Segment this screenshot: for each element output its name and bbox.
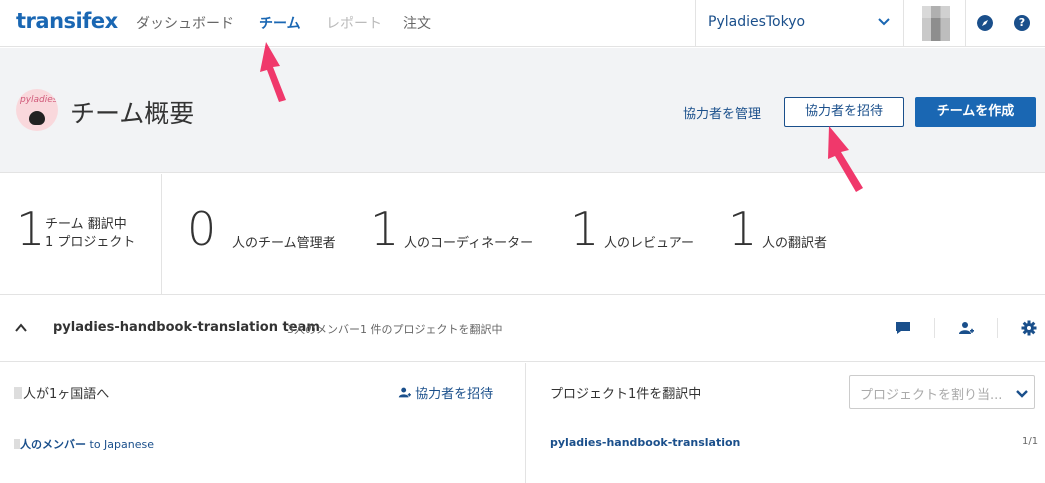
- row-separator: [997, 318, 998, 338]
- team-logo: pyladies: [16, 89, 58, 131]
- user-avatar-menu[interactable]: [903, 0, 966, 47]
- top-navigation-bar: transifex ダッシュボード チーム レポート 注文 PyladiesTo…: [0, 0, 1045, 47]
- stats-divider: [161, 174, 162, 295]
- nav-orders[interactable]: 注文: [403, 13, 431, 33]
- members-link[interactable]: 人のメンバー: [20, 438, 86, 451]
- members-target-language: to Japanese: [89, 438, 155, 451]
- project-link[interactable]: pyladies-handbook-translation: [550, 436, 740, 449]
- create-team-button[interactable]: チームを作成: [915, 97, 1036, 127]
- nav-dashboard[interactable]: ダッシュボード: [136, 13, 234, 33]
- panel-divider: [525, 363, 526, 483]
- translators-count: 1: [728, 202, 758, 256]
- team-stats: 1 チーム 翻訳中 1 プロジェクト 0 人のチーム管理者 1 人のコーディネー…: [0, 174, 1045, 295]
- team-header: pyladies チーム概要 協力者を管理 協力者を招待 チームを作成: [0, 48, 1045, 173]
- chevron-down-icon: [1016, 390, 1028, 398]
- gear-icon[interactable]: [1021, 320, 1037, 336]
- team-selector-label: PyladiesTokyo: [708, 14, 806, 30]
- translators-label: 人の翻訳者: [762, 236, 828, 251]
- transifex-logo[interactable]: transifex: [16, 9, 118, 33]
- row-separator: [934, 318, 935, 338]
- add-user-icon: [398, 387, 411, 398]
- page-title: チーム概要: [70, 99, 195, 128]
- projects-count: 1: [16, 202, 46, 256]
- team-meta: 3人のメンバー1 件のプロジェクトを翻訳中: [287, 323, 503, 336]
- team-logo-text: pyladies: [20, 95, 58, 105]
- chevron-down-icon: [878, 18, 890, 26]
- projects-panel-title: プロジェクト1件を翻訳中: [550, 387, 702, 402]
- projects-label-line2: 1 プロジェクト: [45, 235, 136, 250]
- languages-title-text: 人が1ヶ国語へ: [23, 387, 110, 402]
- assign-project-placeholder: プロジェクトを割り当...: [860, 388, 1003, 403]
- projects-label-line1: チーム 翻訳中: [45, 217, 127, 232]
- languages-panel-title: 人が1ヶ国語へ: [14, 383, 109, 402]
- reviewers-count: 1: [570, 202, 600, 256]
- team-selector-dropdown[interactable]: PyladiesTokyo: [695, 0, 903, 47]
- managers-label: 人のチーム管理者: [232, 236, 336, 251]
- assign-project-select[interactable]: プロジェクトを割り当...: [849, 375, 1035, 409]
- coordinators-count: 1: [370, 202, 400, 256]
- coordinators-label: 人のコーディネーター: [404, 236, 534, 251]
- invite-collaborators-link[interactable]: 協力者を招待: [398, 383, 493, 402]
- manage-collaborators-link[interactable]: 協力者を管理: [683, 103, 761, 122]
- team-row: pyladies-handbook-translation team 3人のメン…: [0, 296, 1045, 362]
- nav-teams[interactable]: チーム: [259, 13, 301, 33]
- project-progress-count: 1/1: [1022, 436, 1039, 447]
- nav-reports[interactable]: レポート: [326, 13, 382, 33]
- compass-icon[interactable]: [977, 15, 993, 31]
- invite-link-label: 協力者を招待: [415, 387, 494, 402]
- chevron-up-icon[interactable]: [14, 321, 28, 335]
- user-avatar-image: [922, 6, 950, 41]
- masked-count: [14, 387, 22, 399]
- help-icon[interactable]: ?: [1014, 15, 1030, 31]
- managers-count: 0: [187, 202, 217, 256]
- language-members-row: 人のメンバー to Japanese: [14, 436, 154, 452]
- reviewers-label: 人のレビュアー: [604, 236, 694, 251]
- chat-icon[interactable]: [895, 320, 911, 336]
- invite-collaborators-button[interactable]: 協力者を招待: [784, 97, 904, 127]
- add-user-icon[interactable]: [958, 320, 974, 336]
- team-logo-face: [29, 111, 45, 125]
- team-name: pyladies-handbook-translation team: [53, 320, 320, 335]
